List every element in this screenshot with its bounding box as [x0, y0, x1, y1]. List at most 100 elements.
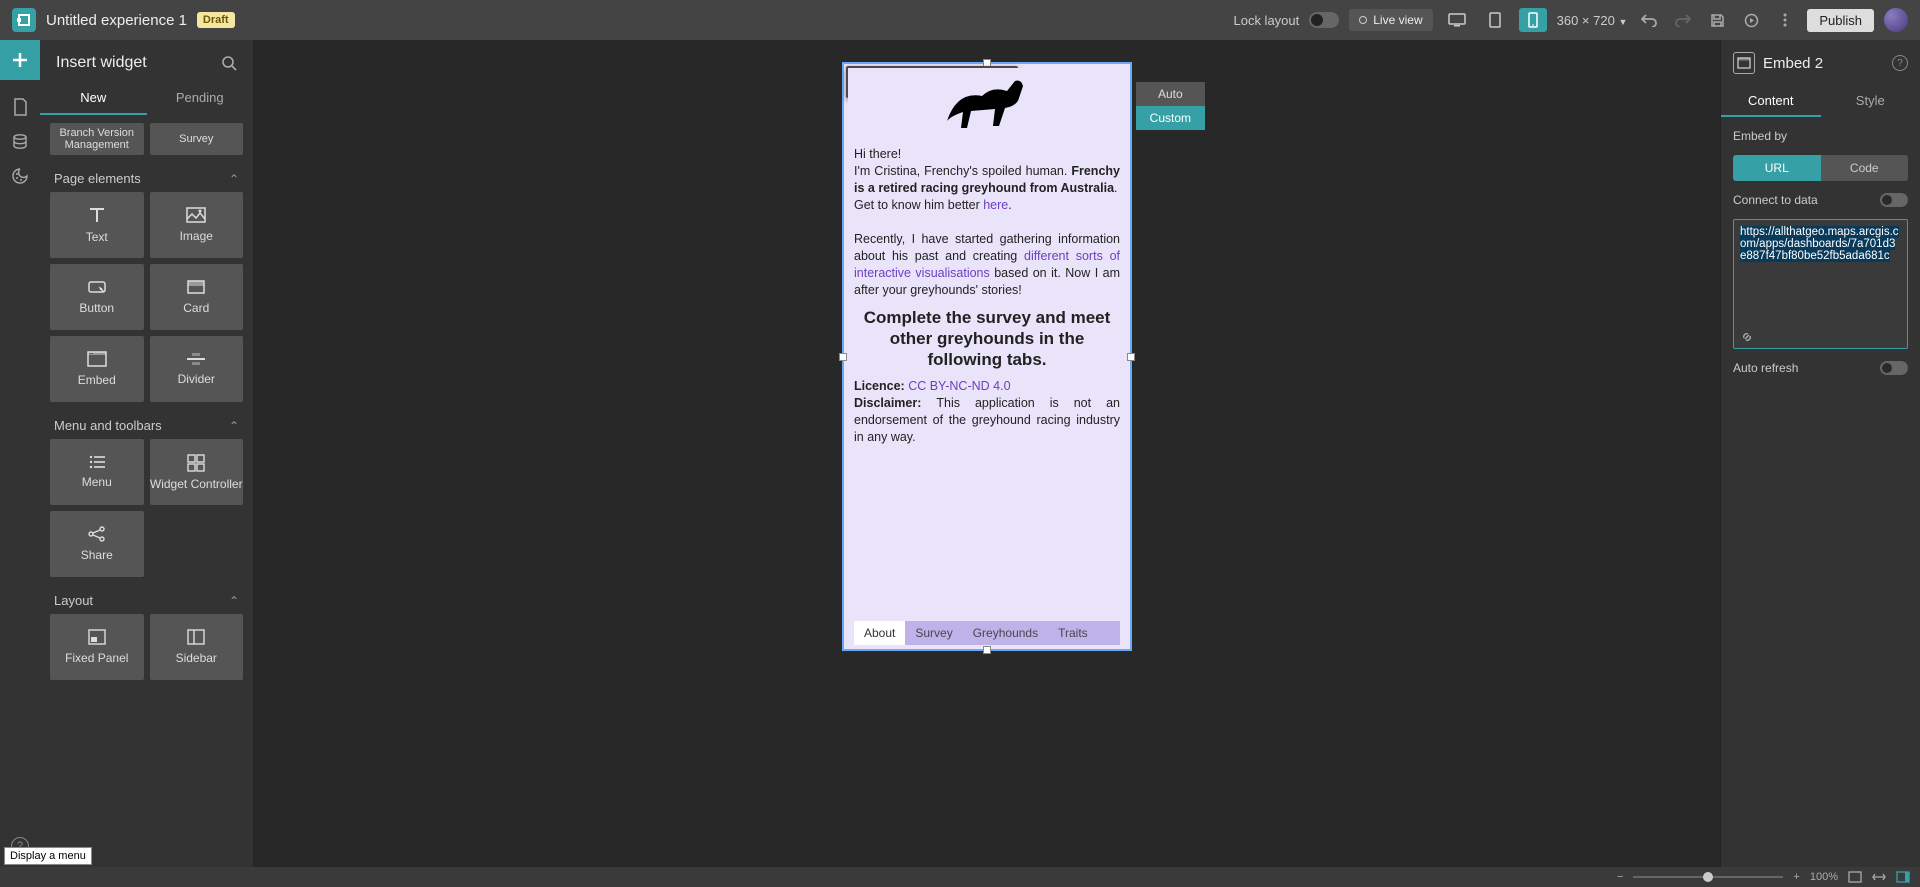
experience-title[interactable]: Untitled experience 1 — [46, 12, 187, 29]
panel-help-icon[interactable]: ? — [1892, 55, 1908, 71]
zoom-out-icon[interactable]: − — [1617, 871, 1623, 883]
live-view-button[interactable]: Live view — [1349, 9, 1432, 31]
widget-fixed-panel[interactable]: Fixed Panel — [50, 614, 144, 680]
resize-handle-e[interactable] — [1127, 353, 1135, 361]
right-panel-title: Embed 2 — [1763, 55, 1884, 72]
divider-icon — [186, 352, 206, 366]
fit-screen-icon[interactable] — [1848, 871, 1862, 883]
widget-button[interactable]: Button — [50, 264, 144, 330]
card-icon — [186, 279, 206, 295]
toggle-right-panel-icon[interactable] — [1896, 871, 1910, 883]
rp-tab-style[interactable]: Style — [1821, 86, 1920, 117]
url-input[interactable]: https://allthatgeo.maps.arcgis.com/apps/… — [1733, 219, 1908, 349]
widget-share[interactable]: Share — [50, 511, 144, 577]
autorefresh-toggle[interactable] — [1880, 361, 1908, 375]
embedded-tabs: About Survey Greyhounds Traits — [854, 621, 1120, 645]
zoom-in-icon[interactable]: + — [1793, 871, 1799, 883]
chevron-up-icon: ⌃ — [229, 172, 239, 186]
tab-survey[interactable]: Survey — [905, 621, 962, 645]
widget-controller-icon — [187, 454, 205, 472]
button-icon — [87, 279, 107, 295]
menu-icon — [88, 455, 106, 469]
embed-widget-icon — [1733, 52, 1755, 74]
content-recent: Recently, I have started gathering infor… — [854, 231, 1120, 299]
device-frame[interactable]: ▾ ▾ Auto Custom Hi there! I'm Cristina, — [842, 62, 1132, 651]
embed-by-segment: URL Code — [1733, 155, 1908, 181]
size-custom-button[interactable]: Custom — [1136, 106, 1205, 130]
insert-panel-title: Insert widget — [56, 54, 213, 72]
tab-traits[interactable]: Traits — [1048, 621, 1098, 645]
redo-icon — [1671, 8, 1695, 32]
licence-link[interactable]: CC BY-NC-ND 4.0 — [908, 379, 1010, 393]
seg-code-button[interactable]: Code — [1821, 155, 1909, 181]
widget-branch-version[interactable]: Branch Version Management — [50, 123, 144, 155]
section-menu-toolbars[interactable]: Menu and toolbars ⌃ — [50, 402, 243, 439]
widget-survey[interactable]: Survey — [150, 123, 244, 155]
resize-handle-w[interactable] — [839, 353, 847, 361]
insert-panel: Insert widget New Pending Branch Version… — [40, 40, 254, 867]
content-hi: Hi there! — [854, 146, 1120, 163]
content-cta: Complete the survey and meet other greyh… — [854, 307, 1120, 370]
save-icon[interactable] — [1705, 8, 1729, 32]
greyhound-silhouette-icon — [854, 76, 1120, 136]
widget-embed[interactable]: Embed — [50, 336, 144, 402]
section-layout[interactable]: Layout ⌃ — [50, 577, 243, 614]
embedded-content: Hi there! I'm Cristina, Frenchy's spoile… — [848, 68, 1126, 619]
tooltip: Display a menu — [4, 847, 92, 865]
zoom-value: 100% — [1810, 871, 1838, 883]
image-icon — [186, 207, 206, 223]
widget-sidebar[interactable]: Sidebar — [150, 614, 244, 680]
device-tablet-icon[interactable] — [1481, 8, 1509, 32]
theme-icon[interactable] — [12, 168, 28, 184]
zoom-slider[interactable] — [1633, 876, 1783, 878]
device-desktop-icon[interactable] — [1443, 8, 1471, 32]
canvas[interactable]: ▾ ▾ Auto Custom Hi there! I'm Cristina, — [254, 40, 1720, 867]
resize-handle-s[interactable] — [983, 646, 991, 654]
pages-icon[interactable] — [12, 98, 28, 116]
app-logo[interactable] — [12, 8, 36, 32]
rp-tab-content[interactable]: Content — [1721, 86, 1821, 117]
fit-width-icon[interactable] — [1872, 872, 1886, 882]
seg-url-button[interactable]: URL — [1733, 155, 1821, 181]
text-icon — [87, 206, 107, 224]
live-dot-icon — [1359, 16, 1367, 24]
more-icon[interactable] — [1773, 8, 1797, 32]
data-icon[interactable] — [12, 134, 28, 150]
publish-button[interactable]: Publish — [1807, 9, 1874, 32]
topbar: Untitled experience 1 Draft Lock layout … — [0, 0, 1920, 40]
share-icon — [88, 526, 106, 542]
lock-layout-label: Lock layout — [1233, 13, 1299, 28]
size-auto-button[interactable]: Auto — [1136, 82, 1205, 106]
here-link[interactable]: here — [983, 198, 1008, 212]
content-disclaimer: Disclaimer: This application is not an e… — [854, 395, 1120, 446]
search-icon[interactable] — [221, 55, 237, 71]
insert-tab-new[interactable]: New — [40, 82, 147, 115]
widget-menu[interactable]: Menu — [50, 439, 144, 505]
content-know: Get to know him better here. — [854, 197, 1120, 214]
left-rail: ? — [0, 40, 40, 867]
device-phone-icon[interactable] — [1519, 8, 1547, 32]
autorefresh-label: Auto refresh — [1733, 361, 1798, 375]
live-view-label: Live view — [1373, 13, 1422, 27]
widget-image[interactable]: Image — [150, 192, 244, 258]
widget-divider[interactable]: Divider — [150, 336, 244, 402]
undo-icon[interactable] — [1637, 8, 1661, 32]
user-avatar[interactable] — [1884, 8, 1908, 32]
preview-icon[interactable] — [1739, 8, 1763, 32]
widget-text[interactable]: Text — [50, 192, 144, 258]
url-value: https://allthatgeo.maps.arcgis.com/apps/… — [1740, 226, 1899, 262]
link-icon[interactable] — [1740, 330, 1754, 344]
widget-controller[interactable]: Widget Controller — [150, 439, 244, 505]
canvas-dimensions[interactable]: 360 × 720 ▼ — [1557, 13, 1628, 28]
lock-layout-toggle[interactable] — [1309, 12, 1339, 28]
tab-about[interactable]: About — [854, 621, 905, 645]
tab-greyhounds[interactable]: Greyhounds — [963, 621, 1048, 645]
embed-by-label: Embed by — [1733, 129, 1908, 143]
right-panel: Embed 2 ? Content Style Embed by URL Cod… — [1720, 40, 1920, 867]
draft-badge: Draft — [197, 12, 235, 28]
section-page-elements[interactable]: Page elements ⌃ — [50, 155, 243, 192]
connect-data-toggle[interactable] — [1880, 193, 1908, 207]
insert-widget-icon[interactable] — [0, 40, 40, 80]
widget-card[interactable]: Card — [150, 264, 244, 330]
insert-tab-pending[interactable]: Pending — [147, 82, 254, 115]
